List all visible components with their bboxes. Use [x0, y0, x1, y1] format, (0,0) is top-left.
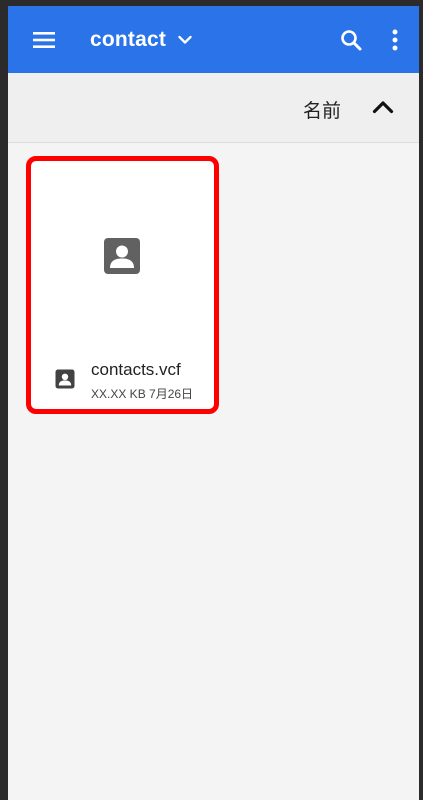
sort-direction-button[interactable] [361, 87, 405, 127]
more-options-button[interactable] [373, 16, 417, 64]
app-title: contact [90, 27, 167, 51]
chevron-up-icon [372, 101, 394, 114]
menu-button[interactable] [20, 16, 68, 64]
folder-selector[interactable]: contact [90, 28, 192, 52]
file-info: contacts.vcf XX.XX KB 7月26日 [31, 357, 214, 401]
sort-by-name-label[interactable]: 名前 [303, 96, 341, 123]
contact-card-icon [103, 237, 141, 280]
search-button[interactable] [329, 16, 373, 64]
chevron-down-icon [178, 35, 192, 45]
file-grid: contacts.vcf XX.XX KB 7月26日 [8, 143, 419, 800]
search-icon [341, 29, 362, 50]
file-size-date: XX.XX KB 7月26日 [91, 387, 194, 401]
file-card[interactable]: contacts.vcf XX.XX KB 7月26日 [26, 156, 219, 414]
contact-card-icon [55, 369, 75, 394]
app-bar: contact [8, 6, 419, 73]
phone-screen: contact 名前 contacts.vcf XX.XX KB 7月26日 [0, 0, 423, 800]
menu-icon [33, 31, 55, 48]
file-name: contacts.vcf [91, 360, 181, 379]
sort-bar: 名前 [8, 73, 419, 143]
more-vert-icon [392, 29, 398, 50]
